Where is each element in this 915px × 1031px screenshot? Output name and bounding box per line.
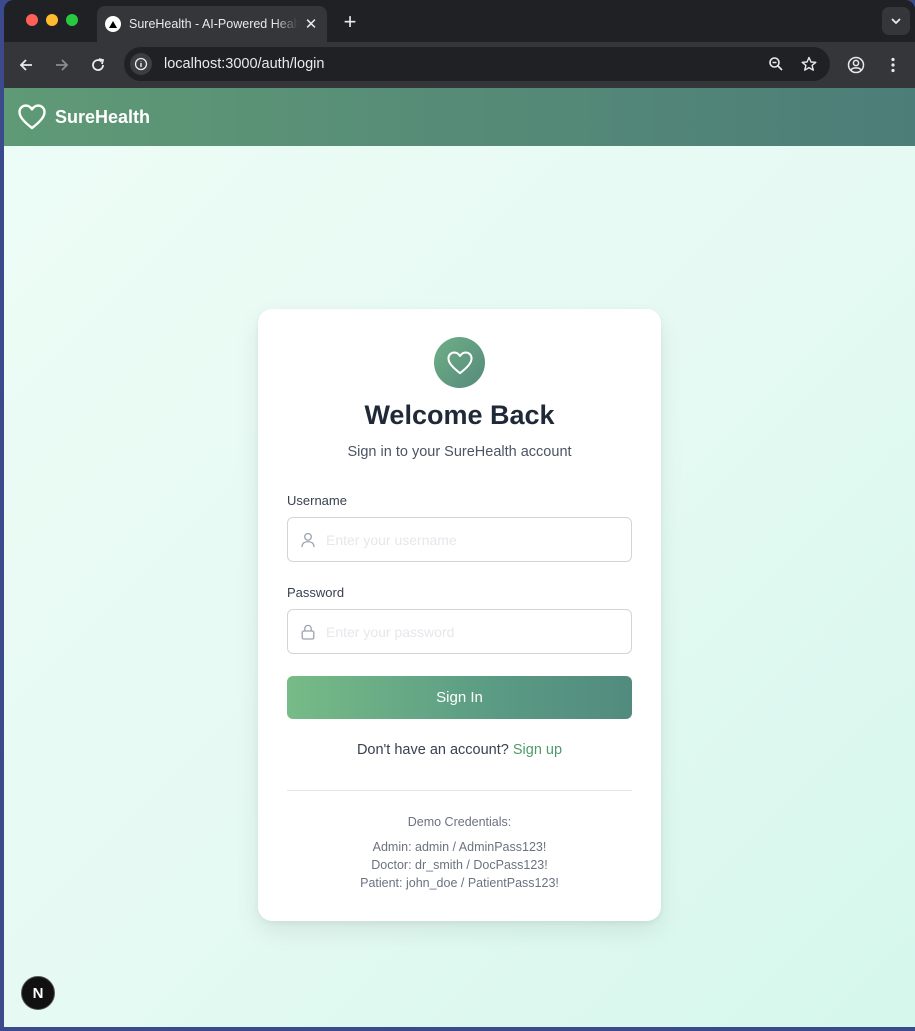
no-account-text: Don't have an account? [356, 742, 509, 758]
username-input[interactable] [326, 531, 631, 548]
user-icon [300, 532, 316, 548]
arrow-left-icon [19, 59, 32, 71]
close-window-button[interactable] [26, 14, 38, 26]
profile-button[interactable] [844, 53, 868, 77]
username-label: Username [287, 493, 347, 508]
sign-up-link[interactable]: Sign up [513, 742, 562, 758]
tab-strip: SureHealth - AI-Powered Healthcare ✕ + [4, 0, 915, 42]
maximize-window-button[interactable] [66, 14, 78, 26]
tab-title: SureHealth - AI-Powered Healthcare [129, 17, 299, 31]
zoom-icon[interactable] [764, 52, 788, 76]
address-bar[interactable]: localhost:3000/auth/login [124, 47, 830, 81]
demo-credential-admin: Admin: admin / AdminPass123! [372, 840, 547, 854]
browser-toolbar: localhost:3000/auth/login [4, 42, 915, 88]
tab-close-icon[interactable]: ✕ [303, 15, 319, 33]
reload-icon [92, 58, 105, 71]
arrow-right-icon [56, 59, 69, 71]
chevron-down-icon [891, 18, 901, 25]
page-title: Welcome Back [364, 400, 555, 430]
login-card: Welcome Back Sign in to your SureHealth … [258, 309, 661, 921]
demo-credential-patient: Patient: john_doe / PatientPass123! [360, 876, 559, 890]
browser-window: SureHealth - AI-Powered Healthcare ✕ + l… [4, 0, 915, 1027]
nextjs-dev-indicator[interactable]: N [21, 976, 55, 1010]
heart-icon[interactable] [18, 103, 46, 131]
sign-in-button[interactable]: Sign In [287, 676, 632, 719]
back-button[interactable] [14, 53, 38, 77]
profile-icon [847, 56, 865, 74]
reload-button[interactable] [86, 53, 110, 77]
page-subtitle: Sign in to your SureHealth account [347, 444, 572, 460]
brand-name[interactable]: SureHealth [55, 107, 150, 128]
password-field[interactable] [287, 609, 632, 654]
browser-menu-button[interactable] [881, 53, 905, 77]
bookmark-star-icon[interactable] [797, 52, 821, 76]
username-field[interactable] [287, 517, 632, 562]
forward-button[interactable] [50, 53, 74, 77]
browser-tab[interactable]: SureHealth - AI-Powered Healthcare ✕ [97, 6, 327, 42]
lock-icon [300, 624, 316, 640]
site-header: SureHealth [4, 88, 915, 146]
demo-credential-doctor: Doctor: dr_smith / DocPass123! [371, 858, 548, 872]
favicon-icon [105, 16, 121, 32]
url-text[interactable]: localhost:3000/auth/login [164, 56, 764, 72]
demo-credentials-title: Demo Credentials: [407, 815, 512, 829]
tab-search-button[interactable] [882, 7, 910, 35]
kebab-menu-icon [891, 57, 895, 73]
signup-prompt: Don't have an account? Sign up [258, 742, 661, 758]
new-tab-button[interactable]: + [338, 9, 362, 35]
password-input[interactable] [326, 623, 631, 640]
site-info-icon[interactable] [130, 53, 152, 75]
divider [287, 790, 632, 791]
page-content: SureHealth Welcome Back Sign in to your … [4, 88, 915, 1027]
password-label: Password [287, 585, 345, 600]
heart-icon [434, 337, 485, 388]
minimize-window-button[interactable] [46, 14, 58, 26]
